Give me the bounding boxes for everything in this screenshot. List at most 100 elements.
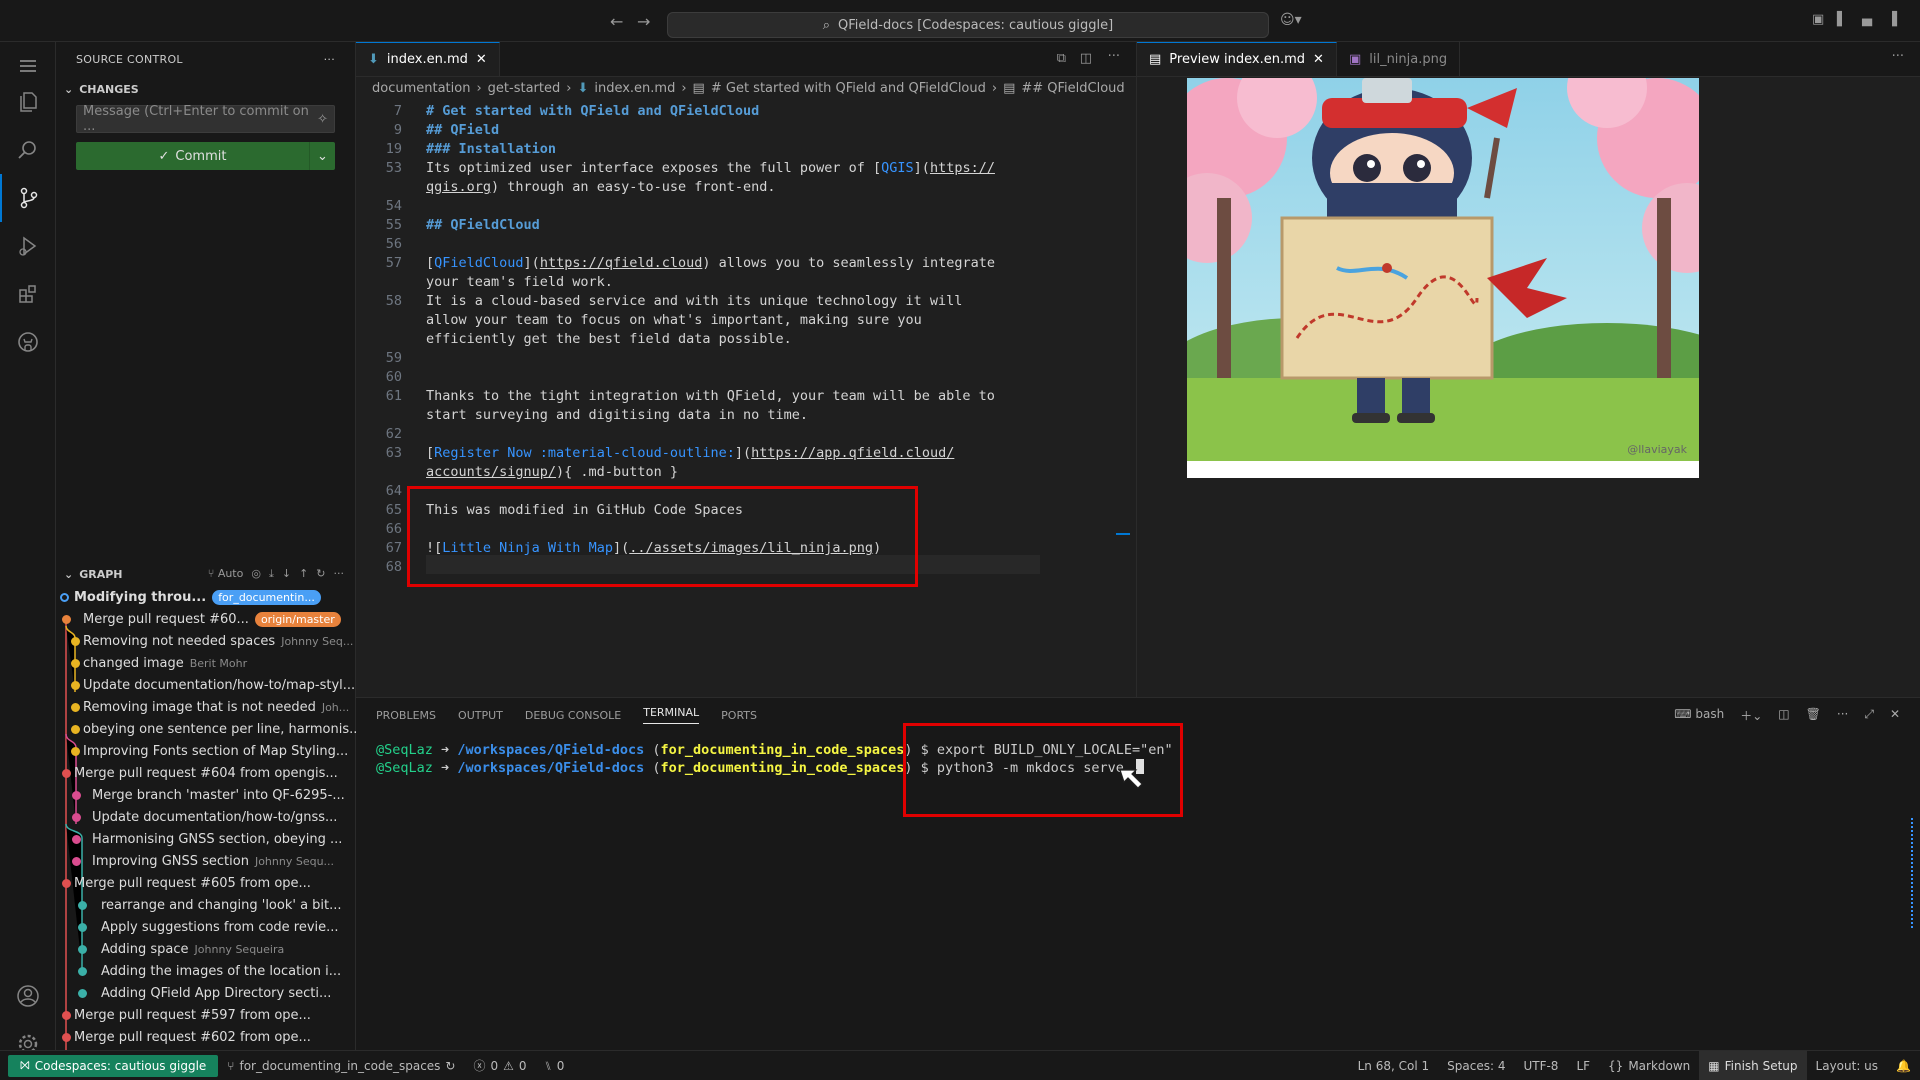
commit-button[interactable]: ✓ Commit ⌄	[76, 142, 335, 170]
tab-preview-index[interactable]: ▤ Preview index.en.md ✕	[1137, 42, 1337, 76]
graph-commit-row[interactable]: Merge pull request #604 from opengis...	[56, 762, 356, 784]
finish-setup-button[interactable]: ▦ Finish Setup	[1699, 1051, 1807, 1080]
breadcrumb-item[interactable]: ## QFieldCloud	[1021, 81, 1124, 96]
graph-commit-row[interactable]: Removing image that is not needed Joh...	[56, 696, 356, 718]
toggle-secondary-sidebar-icon[interactable]: ▐	[1887, 12, 1897, 27]
account-icon[interactable]	[0, 972, 56, 1020]
breadcrumb-item[interactable]: index.en.md	[594, 81, 675, 96]
extensions-icon[interactable]	[0, 270, 56, 318]
open-preview-icon[interactable]: ⧉	[1057, 51, 1066, 66]
cursor-position[interactable]: Ln 68, Col 1	[1349, 1051, 1439, 1080]
branch-indicator[interactable]: ⑂ for_documenting_in_code_spaces ↻	[218, 1051, 464, 1080]
tab-output[interactable]: OUTPUT	[458, 709, 503, 722]
graph-commit-row[interactable]: Modifying throu... for_documentin...	[56, 586, 356, 608]
notifications-bell-icon[interactable]: 🔔	[1887, 1051, 1920, 1080]
more-actions-icon[interactable]: ···	[334, 567, 345, 581]
graph-commit-row[interactable]: Update documentation/how-to/gnss...	[56, 806, 356, 828]
graph-commit-row[interactable]: Merge branch 'master' into QF-6295-...	[56, 784, 356, 806]
search-icon: ⌕	[822, 17, 831, 33]
branch-icon[interactable]: ⑂ Auto	[208, 567, 244, 581]
commit-message: Improving GNSS section	[92, 853, 249, 869]
toggle-sidebar-icon[interactable]: ▌	[1837, 12, 1847, 27]
graph-commit-row[interactable]: changed image Berit Mohr	[56, 652, 356, 674]
encoding[interactable]: UTF-8	[1514, 1051, 1567, 1080]
graph-commit-row[interactable]: Merge pull request #605 from ope...	[56, 872, 356, 894]
more-actions-icon[interactable]: ···	[1892, 49, 1904, 64]
graph-commit-row[interactable]: obeying one sentence per line, harmonis.…	[56, 718, 356, 740]
graph-commit-row[interactable]: Adding QField App Directory secti...	[56, 982, 356, 1004]
layout-customize-icon[interactable]: ▣	[1812, 12, 1824, 27]
close-icon[interactable]: ✕	[476, 52, 487, 67]
symbol-icon: ▤	[1003, 80, 1016, 96]
command-center[interactable]: ⌕ QField-docs [Codespaces: cautious gigg…	[667, 12, 1269, 38]
breadcrumb-item[interactable]: documentation	[372, 81, 470, 96]
ports-indicator[interactable]: ⑊ 0	[536, 1051, 574, 1080]
refresh-icon[interactable]: ↻	[316, 567, 325, 581]
more-actions-icon[interactable]: ···	[324, 53, 335, 66]
commit-message-input[interactable]: Message (Ctrl+Enter to commit on ... ✧	[76, 104, 335, 134]
tab-debug-console[interactable]: DEBUG CONSOLE	[525, 709, 621, 722]
branch-label: for_documenting_in_code_spaces	[239, 1058, 441, 1073]
code-line: your team's field work.	[426, 274, 613, 290]
tab-lil-ninja-png[interactable]: ▣ lil_ninja.png	[1337, 42, 1461, 76]
remote-indicator[interactable]: ⨝ Codespaces: cautious giggle	[8, 1054, 219, 1077]
tab-index-en-md[interactable]: ⬇ index.en.md ✕	[356, 42, 500, 76]
preview-tabs: ▤ Preview index.en.md ✕ ▣ lil_ninja.png …	[1137, 42, 1920, 77]
tab-problems[interactable]: PROBLEMS	[376, 709, 436, 722]
close-icon[interactable]: ✕	[1313, 52, 1324, 67]
more-actions-icon[interactable]: ···	[1108, 49, 1120, 64]
fetch-icon[interactable]: ⤓	[269, 567, 274, 581]
language-mode[interactable]: {} Markdown	[1599, 1051, 1699, 1080]
pull-icon[interactable]: ↓	[282, 567, 291, 581]
trash-icon[interactable]: 🗑	[1806, 707, 1821, 724]
breadcrumb-item[interactable]: # Get started with QField and QFieldClou…	[711, 81, 986, 96]
indentation[interactable]: Spaces: 4	[1438, 1051, 1514, 1080]
graph-commit-row[interactable]: Apply suggestions from code revie...	[56, 916, 356, 938]
maximize-panel-icon[interactable]: ⤢	[1864, 707, 1874, 724]
more-actions-icon[interactable]: ···	[1837, 707, 1848, 724]
sparkle-icon[interactable]: ✧	[317, 112, 328, 127]
toggle-panel-icon[interactable]: ▄	[1862, 12, 1872, 27]
source-control-icon[interactable]	[0, 174, 56, 222]
graph-commit-row[interactable]: Merge pull request #597 from ope...	[56, 1004, 356, 1026]
back-arrow-icon[interactable]: ←	[610, 12, 623, 31]
graph-commit-row[interactable]: Merge pull request #602 from ope...	[56, 1026, 356, 1048]
explorer-icon[interactable]	[0, 78, 56, 126]
graph-commit-row[interactable]: Merge pull request #60... origin/master	[56, 608, 356, 630]
graph-commit-row[interactable]: Improving GNSS section Johnny Sequ...	[56, 850, 356, 872]
terminal-shell-selector[interactable]: ⌨ bash	[1674, 707, 1724, 724]
tab-terminal[interactable]: TERMINAL	[643, 706, 700, 724]
line-number: 55	[385, 217, 402, 233]
terminal-arrow: ➜	[441, 760, 450, 776]
problems-indicator[interactable]: ⓧ 0 ⚠ 0	[464, 1051, 535, 1080]
forward-arrow-icon[interactable]: →	[637, 12, 650, 31]
push-icon[interactable]: ↑	[299, 567, 308, 581]
graph-commit-row[interactable]: Removing not needed spaces Johnny Seq...	[56, 630, 356, 652]
close-icon[interactable]: ✕	[1890, 707, 1900, 724]
graph-commit-row[interactable]: Improving Fonts section of Map Styling..…	[56, 740, 356, 762]
commit-dropdown-chevron-icon[interactable]: ⌄	[309, 142, 335, 170]
tab-ports[interactable]: PORTS	[721, 709, 757, 722]
graph-commit-row[interactable]: Adding space Johnny Sequeira	[56, 938, 356, 960]
graph-commit-row[interactable]: Adding the images of the location i...	[56, 960, 356, 982]
graph-section-header[interactable]: ⌄ GRAPH ⑂ Auto ◎ ⤓ ↓ ↑ ↻ ···	[56, 562, 356, 586]
breadcrumb-item[interactable]: get-started	[488, 81, 561, 96]
graph-auto-label: Auto	[217, 567, 244, 580]
tab-label: Preview index.en.md	[1169, 52, 1306, 67]
search-icon[interactable]	[0, 126, 56, 174]
code-line: accounts/signup/){ .md-button }	[426, 464, 678, 480]
graph-commit-row[interactable]: rearrange and changing 'look' a bit...	[56, 894, 356, 916]
end-of-line[interactable]: LF	[1567, 1051, 1599, 1080]
copilot-icon[interactable]: ☺▾	[1280, 12, 1302, 28]
chevron-down-icon: ⌄	[64, 82, 74, 96]
github-icon[interactable]	[0, 318, 56, 366]
keyboard-layout[interactable]: Layout: us	[1807, 1051, 1888, 1080]
new-terminal-icon[interactable]: ＋⌄	[1740, 707, 1762, 724]
graph-commit-row[interactable]: Update documentation/how-to/map-styl...	[56, 674, 356, 696]
split-terminal-icon[interactable]: ◫	[1778, 707, 1789, 724]
run-debug-icon[interactable]	[0, 222, 56, 270]
split-editor-icon[interactable]: ◫	[1080, 51, 1092, 66]
graph-commit-row[interactable]: Harmonising GNSS section, obeying ...	[56, 828, 356, 850]
changes-section-header[interactable]: ⌄ CHANGES	[56, 77, 355, 101]
target-icon[interactable]: ◎	[251, 567, 261, 581]
